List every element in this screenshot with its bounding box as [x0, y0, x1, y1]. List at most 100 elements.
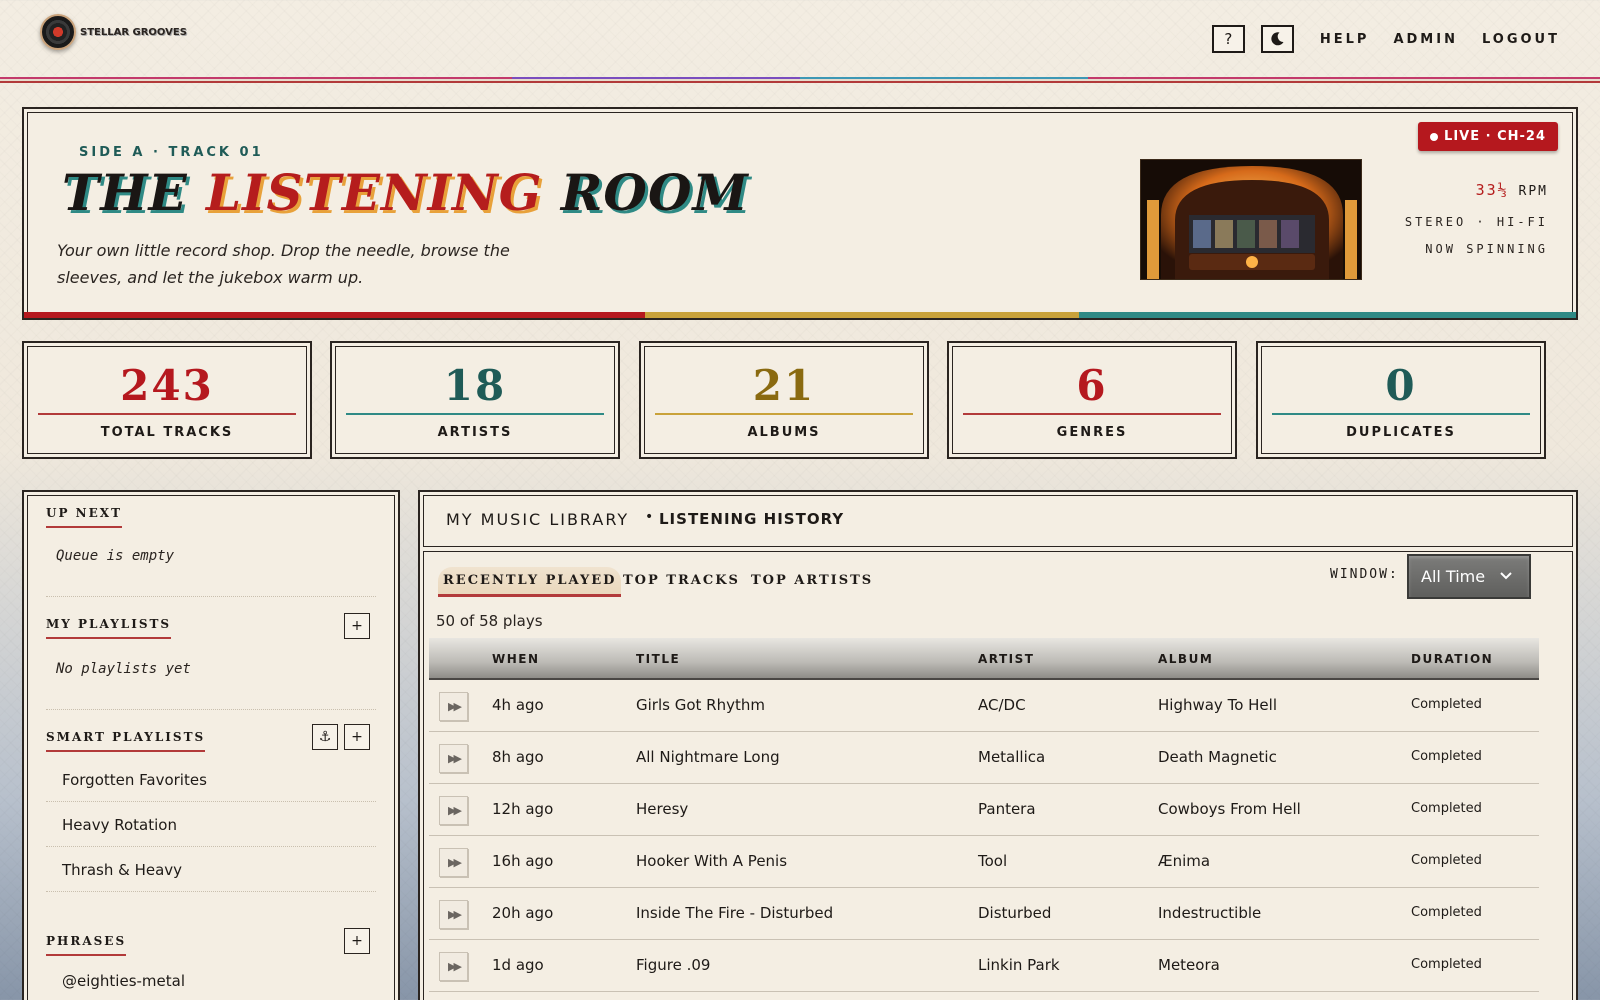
nav-link-help[interactable]: HELP [1320, 32, 1370, 47]
play-again-icon[interactable]: ▶▶ [439, 744, 468, 773]
table-row[interactable]: ▶▶ 20h ago Inside The Fire - Disturbed D… [429, 888, 1539, 940]
brand-logo[interactable]: STELLAR GROOVES [40, 14, 187, 50]
add-playlist-button[interactable]: + [344, 613, 370, 639]
cell-when: 1d ago [492, 956, 544, 974]
column-header-duration[interactable]: DURATION [1411, 652, 1493, 666]
tab-top-tracks[interactable]: TOP TRACKS [618, 567, 745, 594]
top-bar: STELLAR GROOVES ? HELP ADMIN LOGOUT [0, 0, 1600, 78]
tab-top-artists[interactable]: TOP ARTISTS [746, 567, 878, 594]
add-smart-playlist-button[interactable]: + [344, 724, 370, 750]
cell-title[interactable]: All Nightmare Long [636, 748, 780, 766]
cell-artist[interactable]: Pantera [978, 800, 1036, 818]
cell-when: 8h ago [492, 748, 544, 766]
stat-card-genres: 6 GENRES [947, 341, 1237, 459]
help-button[interactable]: ? [1211, 25, 1245, 53]
phrases-heading: PHRASES [46, 934, 127, 956]
top-nav: ? HELP ADMIN LOGOUT [1211, 25, 1560, 53]
stat-divider [963, 413, 1221, 415]
brand-name: STELLAR GROOVES [80, 26, 187, 38]
rpm-readout: 33⅓ RPM [1476, 181, 1548, 199]
theme-toggle-button[interactable] [1260, 25, 1294, 53]
jukebox-illustration [1141, 160, 1361, 279]
rpm-unit: RPM [1518, 184, 1548, 199]
play-again-icon[interactable]: ▶▶ [439, 952, 468, 981]
stat-divider [346, 413, 604, 415]
window-select[interactable]: All Time [1407, 554, 1531, 599]
stat-value: 243 [120, 361, 214, 410]
window-label: WINDOW: [1330, 567, 1399, 582]
cell-album[interactable]: Meteora [1158, 956, 1220, 974]
up-next-heading: UP NEXT [46, 506, 123, 528]
stat-value: 0 [1385, 361, 1417, 410]
stat-divider [1272, 413, 1530, 415]
table-row[interactable]: ▶▶ 8h ago All Nightmare Long Metallica D… [429, 732, 1539, 784]
smart-playlist-item[interactable]: Heavy Rotation [46, 803, 376, 847]
window-select-value: All Time [1421, 567, 1486, 586]
play-again-icon[interactable]: ▶▶ [439, 796, 468, 825]
table-header: WHEN TITLE ARTIST ALBUM DURATION [429, 638, 1539, 680]
stat-divider [38, 413, 296, 415]
table-row[interactable]: ▶▶ 16h ago Hooker With A Penis Tool Ænim… [429, 836, 1539, 888]
live-badge-label: LIVE · CH-24 [1444, 129, 1546, 144]
cell-title[interactable]: Figure .09 [636, 956, 710, 974]
breadcrumb-root[interactable]: MY MUSIC LIBRARY [446, 510, 629, 529]
title-word-room: ROOM [560, 163, 749, 222]
play-again-icon[interactable]: ▶▶ [439, 692, 468, 721]
column-header-artist[interactable]: ARTIST [978, 652, 1034, 666]
cell-artist[interactable]: Metallica [978, 748, 1045, 766]
nav-link-logout[interactable]: LOGOUT [1482, 32, 1560, 47]
cell-artist[interactable]: AC/DC [978, 696, 1026, 714]
table-row[interactable]: ▶▶ 1d ago Figure .09 Linkin Park Meteora… [429, 940, 1539, 992]
cell-artist[interactable]: Tool [978, 852, 1007, 870]
rpm-value: 33⅓ [1475, 181, 1509, 199]
cell-album[interactable]: Highway To Hell [1158, 696, 1277, 714]
queue-empty-text: Queue is empty [56, 548, 175, 564]
play-again-icon[interactable]: ▶▶ [439, 848, 468, 877]
live-badge[interactable]: LIVE · CH-24 [1418, 122, 1558, 151]
smart-playlist-item[interactable]: Thrash & Heavy [46, 848, 376, 892]
add-phrase-button[interactable]: + [344, 928, 370, 954]
stat-card-duplicates: 0 DUPLICATES [1256, 341, 1546, 459]
cell-duration: Completed [1411, 697, 1482, 712]
cell-album[interactable]: Cowboys From Hell [1158, 800, 1301, 818]
table-row[interactable]: ▶▶ 12h ago Heresy Pantera Cowboys From H… [429, 784, 1539, 836]
play-count-text: 50 of 58 plays [436, 612, 543, 630]
cell-title[interactable]: Heresy [636, 800, 688, 818]
stat-value: 18 [443, 361, 507, 410]
hero-subtitle: Your own little record shop. Drop the ne… [57, 241, 510, 287]
column-header-album[interactable]: ALBUM [1158, 652, 1213, 666]
cell-album[interactable]: Death Magnetic [1158, 748, 1277, 766]
column-header-title[interactable]: TITLE [636, 652, 680, 666]
anchor-icon[interactable]: ⚓ [312, 724, 338, 750]
cell-when: 4h ago [492, 696, 544, 714]
cell-album[interactable]: Ænima [1158, 852, 1210, 870]
cell-title[interactable]: Girls Got Rhythm [636, 696, 765, 714]
cell-artist[interactable]: Linkin Park [978, 956, 1060, 974]
stat-card-artists: 18 ARTISTS [330, 341, 620, 459]
stat-label: ALBUMS [747, 425, 821, 440]
cell-duration: Completed [1411, 853, 1482, 868]
cell-when: 20h ago [492, 904, 554, 922]
phrase-item[interactable]: @eighties-metal [46, 966, 376, 996]
title-word-the: THE [62, 163, 188, 222]
jukebox-image [1140, 159, 1362, 280]
column-header-when[interactable]: WHEN [492, 652, 540, 666]
cell-duration: Completed [1411, 957, 1482, 972]
cell-title[interactable]: Inside The Fire - Disturbed [636, 904, 833, 922]
play-again-icon[interactable]: ▶▶ [439, 900, 468, 929]
cell-title[interactable]: Hooker With A Penis [636, 852, 787, 870]
chevron-down-icon [1500, 572, 1512, 580]
cell-album[interactable]: Indestructible [1158, 904, 1261, 922]
cell-duration: Completed [1411, 801, 1482, 816]
stat-value: 6 [1076, 361, 1108, 410]
stat-card-total-tracks: 243 TOTAL TRACKS [22, 341, 312, 459]
smart-playlist-item[interactable]: Forgotten Favorites [46, 758, 376, 802]
table-row[interactable]: ▶▶ 4h ago Girls Got Rhythm AC/DC Highway… [429, 680, 1539, 732]
stereo-label: STEREO · HI-FI [1404, 215, 1548, 229]
tab-recently-played[interactable]: RECENTLY PLAYED [438, 567, 622, 597]
nav-link-admin[interactable]: ADMIN [1393, 32, 1458, 47]
hero-panel: SIDE A · TRACK 01 THE LISTENING ROOM You… [22, 107, 1578, 320]
cell-artist[interactable]: Disturbed [978, 904, 1051, 922]
smart-playlists-heading: SMART PLAYLISTS [46, 730, 206, 752]
cell-duration: Completed [1411, 749, 1482, 764]
